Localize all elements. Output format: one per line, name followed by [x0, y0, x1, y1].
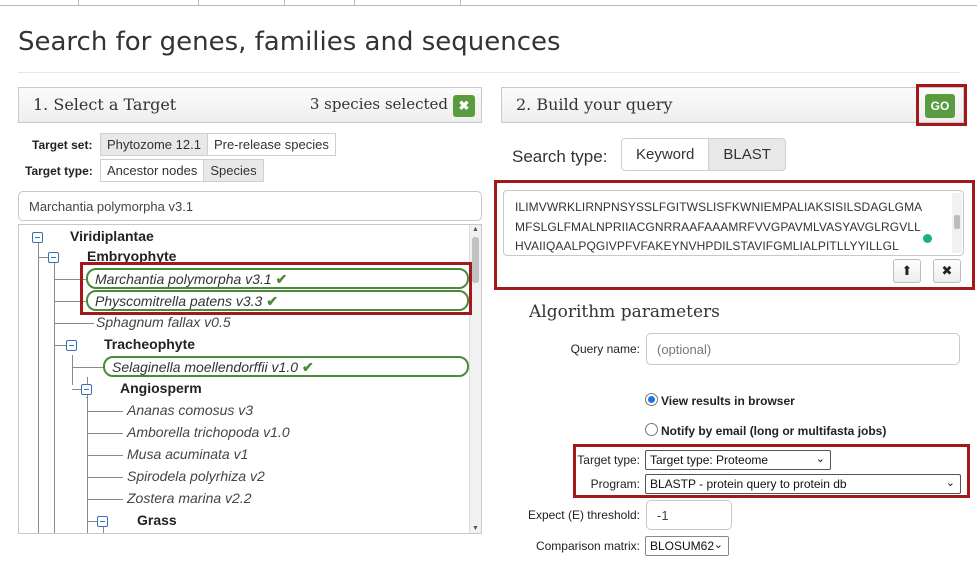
tree-node-viridiplantae[interactable]: Viridiplantae: [70, 228, 154, 244]
tree-leaf-selaginella[interactable]: Selaginella moellendorffii v1.0 ✔: [103, 356, 469, 377]
target-set-label: Target set:: [32, 138, 93, 152]
target-set-prerelease[interactable]: Pre-release species: [207, 133, 336, 156]
upload-icon: ⬆: [901, 263, 913, 278]
collapse-icon[interactable]: [97, 516, 108, 527]
tree-leaf-zostera[interactable]: Zostera marina v2.2: [127, 490, 252, 506]
tree-leaf-spirodela[interactable]: Spirodela polyrhiza v2: [127, 468, 265, 484]
search-type-group: Keyword BLAST: [621, 138, 786, 171]
target-panel-header: 1. Select a Target 3 species selected ✖: [18, 87, 482, 123]
tree-node-tracheophyte[interactable]: Tracheophyte: [104, 336, 195, 352]
view-results-label: View results in browser: [661, 394, 795, 408]
tree-leaf-musa[interactable]: Musa acuminata v1: [127, 446, 248, 462]
algorithm-parameters-title: Algorithm parameters: [529, 302, 720, 322]
expect-threshold-input[interactable]: -1: [646, 500, 732, 530]
collapse-icon[interactable]: [81, 384, 92, 395]
target-type-group: Ancestor nodes Species: [100, 159, 264, 182]
matrix-select-value: BLOSUM62: [650, 539, 715, 553]
tree-leaf-amborella[interactable]: Amborella trichopoda v1.0: [127, 424, 290, 440]
species-selected-count: 3 species selected: [309, 95, 448, 113]
tree-node-grass[interactable]: Grass: [137, 512, 177, 528]
clear-sequence-button[interactable]: ✖: [933, 259, 961, 283]
notify-email-label: Notify by email (long or multifasta jobs…: [661, 424, 887, 438]
target-type-label: Target type:: [25, 164, 93, 178]
search-type-blast[interactable]: BLAST: [709, 138, 786, 171]
page-title: Search for genes, families and sequences: [18, 27, 561, 57]
search-type-keyword[interactable]: Keyword: [621, 138, 710, 171]
collapse-icon[interactable]: [48, 252, 59, 263]
target-type-ancestor-nodes[interactable]: Ancestor nodes: [100, 159, 205, 182]
view-results-radio[interactable]: [645, 393, 658, 406]
highlight-box-selected-species: [80, 262, 472, 315]
query-name-label: Query name:: [570, 342, 640, 356]
chevron-down-icon: ⌄: [713, 539, 723, 551]
collapse-icon[interactable]: [32, 232, 43, 243]
species-filter-input[interactable]: Marchantia polymorpha v3.1: [18, 191, 482, 221]
close-icon: ✖: [941, 263, 953, 278]
highlight-box-go: [916, 84, 967, 126]
comparison-matrix-label: Comparison matrix:: [535, 539, 640, 553]
upload-button[interactable]: ⬆: [893, 259, 921, 283]
species-name: Selaginella moellendorffii v1.0: [112, 359, 298, 375]
notify-email-radio[interactable]: [645, 423, 658, 436]
close-icon: ✖: [458, 98, 470, 113]
query-panel-title: 2. Build your query: [516, 95, 673, 114]
target-set-phytozome[interactable]: Phytozome 12.1: [100, 133, 208, 156]
tree-node-angiosperm[interactable]: Angiosperm: [120, 380, 202, 396]
clear-selection-button[interactable]: ✖: [453, 95, 475, 117]
comparison-matrix-select[interactable]: BLOSUM62 ⌄: [645, 536, 729, 556]
query-name-input[interactable]: (optional): [646, 333, 960, 365]
search-type-label: Search type:: [512, 147, 608, 166]
target-type-species[interactable]: Species: [204, 159, 264, 182]
expect-threshold-label: Expect (E) threshold:: [527, 508, 640, 522]
target-panel-title: 1. Select a Target: [33, 95, 177, 114]
highlight-box-program: [573, 444, 970, 498]
tree-leaf-ananas[interactable]: Ananas comosus v3: [127, 402, 253, 418]
title-divider: [18, 72, 960, 73]
tree-leaf-sphagnum[interactable]: Sphagnum fallax v0.5: [96, 314, 231, 330]
check-icon: ✔: [302, 359, 314, 375]
target-set-group: Phytozome 12.1 Pre-release species: [100, 133, 336, 156]
collapse-icon[interactable]: [66, 340, 77, 351]
top-nav-bar: [0, 0, 977, 6]
query-panel-header: 2. Build your query GO: [501, 87, 964, 123]
